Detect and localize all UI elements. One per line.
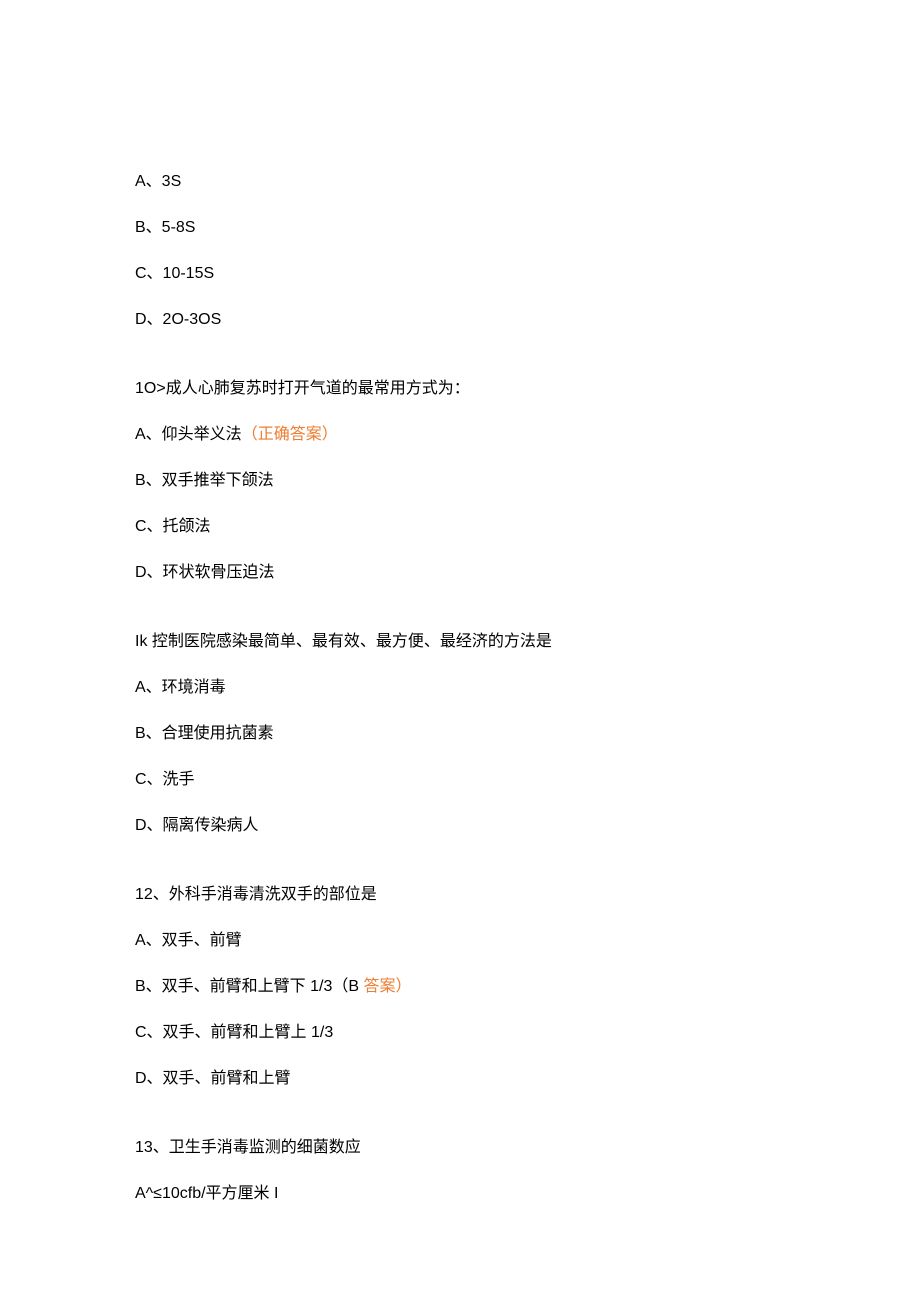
question-11: Ik 控制医院感染最简单、最有效、最方便、最经济的方法是 A、环境消毒 B、合理…: [135, 630, 785, 838]
question-12: 12、外科手消毒清洗双手的部位是 A、双手、前臂 B、双手、前臂和上臂下 1/3…: [135, 883, 785, 1091]
question-13: 13、卫生手消毒监测的细菌数应 A^≤10cfb/平方厘米 I: [135, 1136, 785, 1206]
option-d: D、2O-3OS: [135, 308, 785, 332]
option-d-text: D、2O-3OS: [135, 311, 221, 328]
question-11-stem: Ik 控制医院感染最简单、最有效、最方便、最经济的方法是: [135, 630, 785, 654]
option-a: A、3S: [135, 170, 785, 194]
question-12-option-a: A、双手、前臂: [135, 929, 785, 953]
correct-answer-mark: （正确答案）: [242, 426, 338, 443]
question-10: 1O>成人心肺复苏时打开气道的最常用方式为： A、仰头举义法（正确答案） B、双…: [135, 377, 785, 585]
option-a-text: A、3S: [135, 173, 181, 190]
question-11-option-d: D、隔离传染病人: [135, 814, 785, 838]
question-12-option-c: C、双手、前臂和上臂上 1/3: [135, 1021, 785, 1045]
question-10-option-b: B、双手推举下颌法: [135, 469, 785, 493]
question-11-option-a: A、环境消毒: [135, 676, 785, 700]
question-10-stem: 1O>成人心肺复苏时打开气道的最常用方式为：: [135, 377, 785, 401]
question-13-option-a: A^≤10cfb/平方厘米 I: [135, 1182, 785, 1206]
question-12-option-b: B、双手、前臂和上臂下 1/3（B 答案）: [135, 975, 785, 999]
option-b-text: B、5-8S: [135, 219, 195, 236]
question-12-option-d: D、双手、前臂和上臂: [135, 1067, 785, 1091]
question-10-option-c: C、托颌法: [135, 515, 785, 539]
option-c: C、10-15S: [135, 262, 785, 286]
correct-answer-mark: 答案）: [363, 978, 411, 995]
question-10-option-d: D、环状软骨压迫法: [135, 561, 785, 585]
question-12-option-b-text: B、双手、前臂和上臂下 1/3（B: [135, 978, 363, 995]
question-11-option-b: B、合理使用抗菌素: [135, 722, 785, 746]
question-10-option-a-text: A、仰头举义法: [135, 426, 242, 443]
question-11-option-c: C、洗手: [135, 768, 785, 792]
question-13-stem: 13、卫生手消毒监测的细菌数应: [135, 1136, 785, 1160]
question-10-option-a: A、仰头举义法（正确答案）: [135, 423, 785, 447]
question-12-stem: 12、外科手消毒清洗双手的部位是: [135, 883, 785, 907]
option-c-text: C、10-15S: [135, 265, 214, 282]
option-b: B、5-8S: [135, 216, 785, 240]
